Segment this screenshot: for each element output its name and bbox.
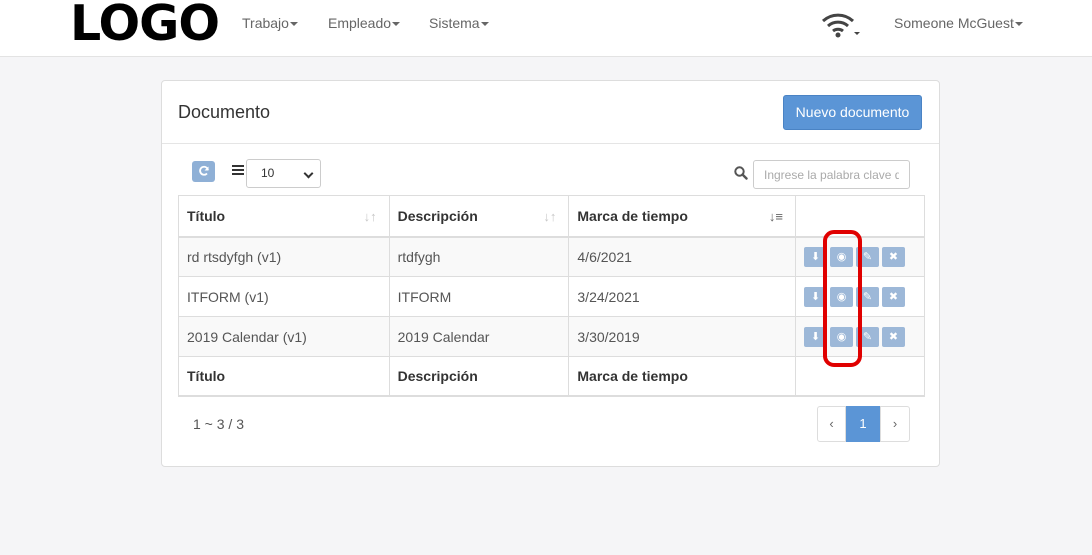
caret-down-icon bbox=[1014, 22, 1023, 27]
search-input[interactable] bbox=[753, 160, 910, 189]
cell-timestamp: 3/24/2021 bbox=[568, 276, 796, 317]
column-header-timestamp[interactable]: Marca de tiempo ↓≡ bbox=[568, 195, 796, 238]
page-size-value: 10 bbox=[261, 166, 275, 180]
caret-down-icon bbox=[289, 22, 298, 27]
nav-menu-trabajo[interactable]: Trabajo bbox=[242, 15, 298, 31]
sort-icon: ↓↑ bbox=[543, 209, 557, 224]
documents-table: Título ↓↑ Descripción ↓↑ Marca de tiempo ↓≡… bbox=[178, 195, 925, 397]
nav-menu-label: Empleado bbox=[328, 15, 392, 31]
eye-icon: ◉ bbox=[836, 250, 847, 263]
cell-title: 2019 Calendar (v1) bbox=[178, 316, 390, 357]
download-icon: ⬇ bbox=[810, 290, 821, 303]
column-header-title[interactable]: Título ↓↑ bbox=[178, 195, 390, 238]
footer-actions bbox=[795, 356, 925, 397]
edit-button[interactable]: ✎ bbox=[856, 326, 879, 347]
wifi-icon[interactable] bbox=[820, 12, 860, 40]
edit-button[interactable]: ✎ bbox=[856, 286, 879, 307]
cell-description: 2019 Calendar bbox=[388, 316, 570, 357]
cell-actions: ⬇ ◉ ✎ ✖ bbox=[795, 316, 925, 357]
view-button[interactable]: ◉ bbox=[830, 286, 853, 307]
logo[interactable]: LOGO bbox=[70, 0, 220, 48]
eye-icon: ◉ bbox=[836, 290, 847, 303]
nav-menu-sistema[interactable]: Sistema bbox=[429, 15, 489, 31]
cell-description: rtdfygh bbox=[388, 236, 570, 277]
pagination-next[interactable]: › bbox=[880, 406, 910, 442]
delete-button[interactable]: ✖ bbox=[882, 326, 905, 347]
pagination-page-1[interactable]: 1 bbox=[846, 406, 880, 442]
cell-title: ITFORM (v1) bbox=[178, 276, 390, 317]
column-header-label: Título bbox=[187, 207, 226, 224]
download-button[interactable]: ⬇ bbox=[804, 246, 827, 267]
refresh-icon bbox=[198, 165, 209, 176]
pagination: ‹ 1 › bbox=[817, 406, 910, 442]
footer-timestamp: Marca de tiempo bbox=[568, 356, 796, 397]
document-panel: Documento Nuevo documento 10 Título ↓↑ De… bbox=[161, 80, 940, 467]
list-icon bbox=[232, 165, 244, 177]
view-button[interactable]: ◉ bbox=[830, 326, 853, 347]
sort-icon: ↓↑ bbox=[363, 209, 377, 224]
nav-menu-label: Trabajo bbox=[242, 15, 289, 31]
table-header-row: Título ↓↑ Descripción ↓↑ Marca de tiempo ↓≡ bbox=[178, 195, 925, 238]
nav-menu-empleado[interactable]: Empleado bbox=[328, 15, 401, 31]
delete-button[interactable]: ✖ bbox=[882, 246, 905, 267]
page-title: Documento bbox=[178, 102, 271, 122]
column-header-label: Descripción bbox=[397, 207, 478, 224]
table-row: ITFORM (v1) ITFORM 3/24/2021 ⬇ ◉ ✎ ✖ bbox=[178, 276, 925, 317]
download-button[interactable]: ⬇ bbox=[804, 286, 827, 307]
download-button[interactable]: ⬇ bbox=[804, 326, 827, 347]
refresh-button[interactable] bbox=[192, 161, 215, 182]
edit-icon: ✎ bbox=[862, 250, 873, 263]
panel-header: Documento Nuevo documento bbox=[162, 81, 939, 144]
chevron-down-icon bbox=[303, 168, 314, 179]
close-icon: ✖ bbox=[888, 290, 899, 303]
cell-description: ITFORM bbox=[388, 276, 570, 317]
table-row: 2019 Calendar (v1) 2019 Calendar 3/30/20… bbox=[178, 316, 925, 357]
close-icon: ✖ bbox=[888, 330, 899, 343]
cell-timestamp: 4/6/2021 bbox=[568, 236, 796, 277]
pagination-prev[interactable]: ‹ bbox=[817, 406, 846, 442]
column-header-actions bbox=[795, 195, 925, 238]
page-size-select[interactable]: 10 bbox=[246, 159, 321, 188]
close-icon: ✖ bbox=[888, 250, 899, 263]
top-navbar: LOGO Trabajo Empleado Sistema Someone Mc… bbox=[0, 0, 1092, 57]
edit-icon: ✎ bbox=[862, 330, 873, 343]
sort-desc-icon: ↓≡ bbox=[768, 209, 783, 224]
table-footer-row: Título Descripción Marca de tiempo bbox=[178, 356, 925, 397]
cell-title: rd rtsdyfgh (v1) bbox=[178, 236, 390, 277]
cell-actions: ⬇ ◉ ✎ ✖ bbox=[795, 276, 925, 317]
delete-button[interactable]: ✖ bbox=[882, 286, 905, 307]
eye-icon: ◉ bbox=[836, 330, 847, 343]
view-button[interactable]: ◉ bbox=[830, 246, 853, 267]
edit-icon: ✎ bbox=[862, 290, 873, 303]
user-name: Someone McGuest bbox=[894, 15, 1014, 31]
nav-menu-label: Sistema bbox=[429, 15, 480, 31]
download-icon: ⬇ bbox=[810, 250, 821, 263]
download-icon: ⬇ bbox=[810, 330, 821, 343]
caret-down-icon bbox=[480, 22, 489, 27]
new-document-button[interactable]: Nuevo documento bbox=[783, 95, 922, 130]
caret-down-icon bbox=[392, 22, 401, 27]
pagination-range: 1 ~ 3 / 3 bbox=[193, 416, 244, 432]
cell-timestamp: 3/30/2019 bbox=[568, 316, 796, 357]
column-header-description[interactable]: Descripción ↓↑ bbox=[388, 195, 570, 238]
column-header-label: Marca de tiempo bbox=[577, 207, 688, 224]
footer-title: Título bbox=[178, 356, 390, 397]
footer-description: Descripción bbox=[388, 356, 570, 397]
search-icon bbox=[734, 166, 748, 180]
cell-actions: ⬇ ◉ ✎ ✖ bbox=[795, 236, 925, 277]
table-row: rd rtsdyfgh (v1) rtdfygh 4/6/2021 ⬇ ◉ ✎ … bbox=[178, 236, 925, 277]
user-menu[interactable]: Someone McGuest bbox=[894, 15, 1023, 31]
edit-button[interactable]: ✎ bbox=[856, 246, 879, 267]
